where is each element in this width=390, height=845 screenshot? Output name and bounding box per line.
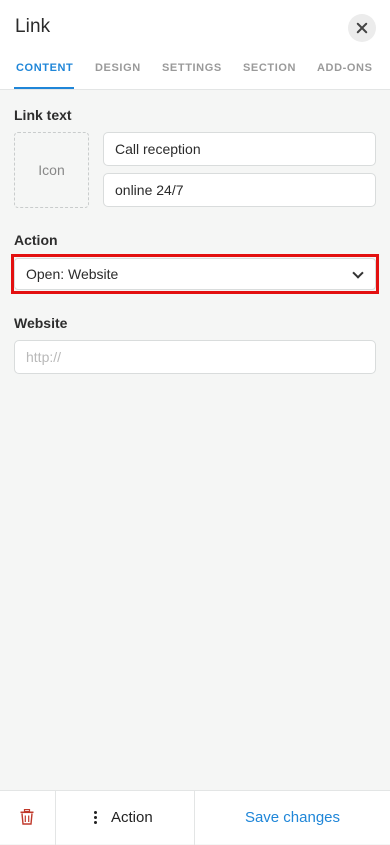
action-label: Action (14, 232, 58, 248)
website-url-input[interactable]: http:// (14, 340, 376, 374)
save-changes-button[interactable]: Save changes (195, 791, 390, 844)
icon-placeholder-text: Icon (38, 162, 65, 178)
website-label: Website (14, 315, 68, 331)
panel-title: Link (15, 16, 51, 37)
close-icon[interactable] (348, 14, 376, 42)
tab-settings[interactable]: SETTINGS (162, 62, 222, 74)
panel-header: Link CONTENT DESIGN SETTINGS SECTION ADD… (0, 0, 390, 90)
action-select[interactable]: Open: Website (14, 258, 376, 290)
trash-icon (20, 809, 34, 825)
link-text-label: Link text (14, 107, 72, 123)
save-changes-label: Save changes (244, 809, 341, 826)
action-menu-button[interactable]: Action (56, 791, 194, 844)
panel-footer: Action Save changes (0, 790, 390, 845)
icon-picker[interactable]: Icon (14, 132, 89, 208)
action-menu-label: Action (111, 809, 153, 826)
tab-bar: CONTENT DESIGN SETTINGS SECTION ADD-ONS (0, 60, 390, 90)
link-text-primary-input[interactable]: Call reception (103, 132, 376, 166)
more-vertical-icon (94, 811, 98, 825)
action-select-value: Open: Website (26, 266, 119, 282)
tab-content[interactable]: CONTENT (16, 62, 73, 74)
tab-design[interactable]: DESIGN (95, 62, 141, 74)
chevron-down-icon (352, 267, 364, 279)
link-text-secondary-input[interactable]: online 24/7 (103, 173, 376, 207)
delete-button[interactable] (0, 791, 55, 844)
tab-add-ons[interactable]: ADD-ONS (317, 62, 373, 74)
tab-section[interactable]: SECTION (243, 62, 296, 74)
active-tab-indicator (14, 87, 74, 89)
